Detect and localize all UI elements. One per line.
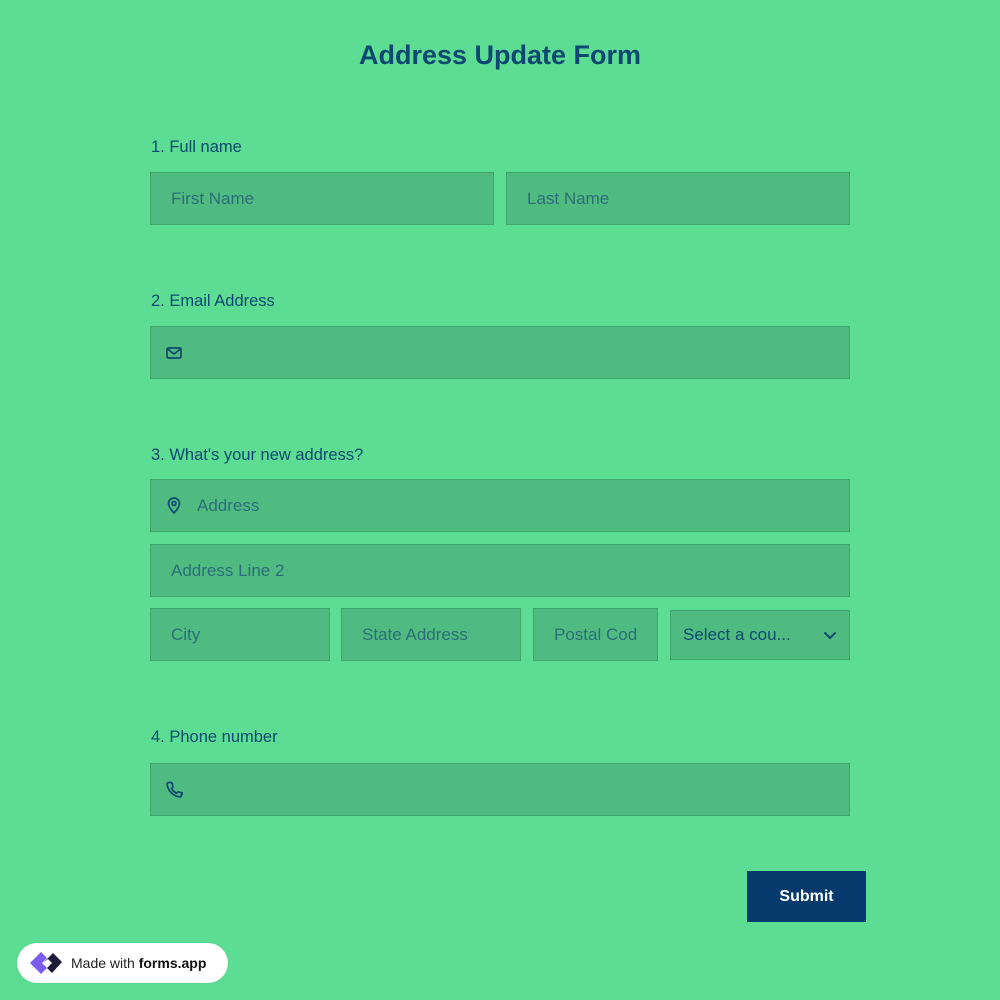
- address-line-2-placeholder: Address Line 2: [171, 560, 285, 580]
- last-name-input[interactable]: Last Name: [506, 172, 850, 225]
- city-placeholder: City: [171, 624, 201, 644]
- city-input[interactable]: City: [150, 608, 330, 661]
- postal-code-input[interactable]: Postal Cod: [533, 608, 658, 661]
- state-placeholder: State Address: [362, 624, 468, 644]
- forms-app-logo-icon: [25, 945, 65, 981]
- chevron-down-icon: [823, 625, 837, 645]
- email-input[interactable]: [150, 326, 850, 379]
- state-input[interactable]: State Address: [341, 608, 521, 661]
- country-select-value: Select a cou...: [683, 625, 791, 644]
- mail-icon: [165, 344, 183, 362]
- country-select[interactable]: Select a cou...: [670, 610, 850, 660]
- location-pin-icon: [165, 497, 183, 515]
- phone-input[interactable]: [150, 763, 850, 816]
- question-email-label: 2. Email Address: [151, 292, 275, 310]
- address-input[interactable]: Address: [150, 479, 850, 532]
- postal-code-placeholder: Postal Cod: [554, 624, 638, 644]
- submit-button[interactable]: Submit: [747, 871, 866, 922]
- phone-icon: [165, 781, 183, 799]
- question-address-label: 3. What's your new address?: [151, 446, 364, 464]
- first-name-placeholder: First Name: [171, 188, 255, 208]
- badge-brand: forms.app: [138, 955, 207, 971]
- question-phone-label: 4. Phone number: [151, 728, 278, 746]
- badge-prefix: Made with: [71, 955, 139, 971]
- question-full-name-label: 1. Full name: [151, 138, 242, 156]
- first-name-input[interactable]: First Name: [150, 172, 494, 225]
- form-title: Address Update Form: [358, 40, 642, 70]
- last-name-placeholder: Last Name: [527, 188, 610, 208]
- made-with-badge[interactable]: Made with forms.app: [17, 943, 228, 983]
- address-placeholder: Address: [197, 495, 260, 515]
- address-line-2-input[interactable]: Address Line 2: [150, 544, 850, 597]
